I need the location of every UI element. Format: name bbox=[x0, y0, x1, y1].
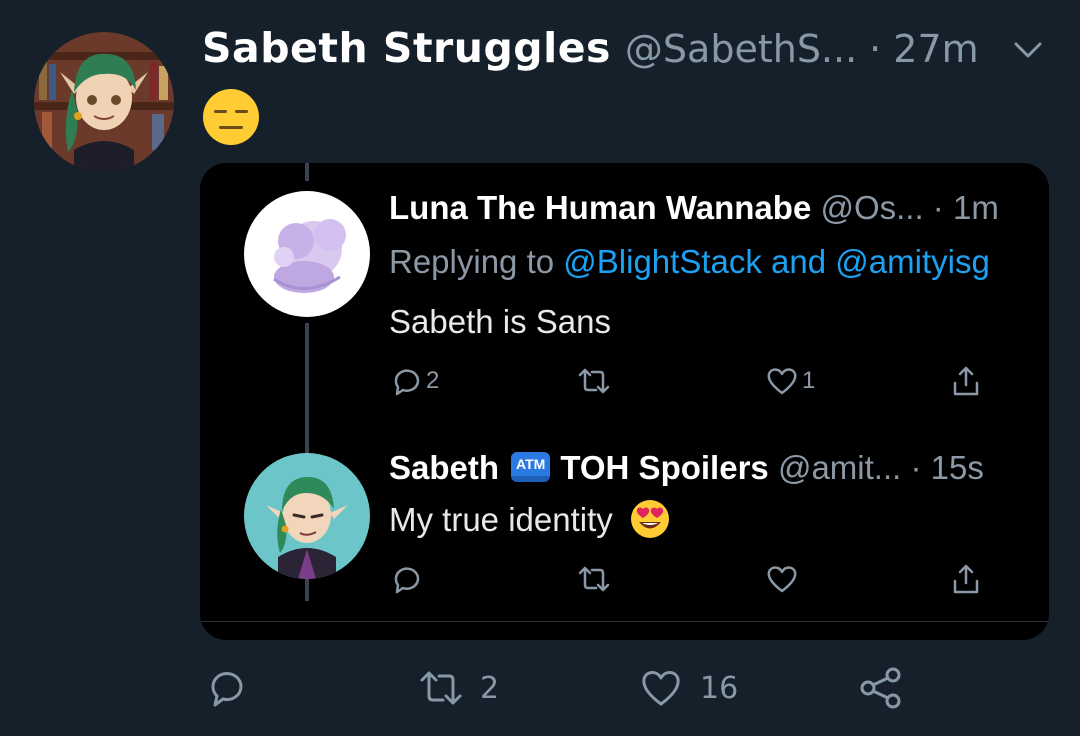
tweet-actions: 2 16 bbox=[0, 665, 1080, 725]
post1-like-count: 1 bbox=[802, 367, 816, 394]
post2-text-row: My true identity bbox=[389, 500, 670, 542]
retweet-count: 2 bbox=[480, 670, 500, 706]
post1-handle-time: @Os... · 1m bbox=[820, 189, 999, 226]
post2-text: My true identity bbox=[389, 501, 613, 538]
share-icon bbox=[953, 366, 979, 396]
tweet-time[interactable]: 27m bbox=[893, 27, 978, 71]
replying-user2: @amityisg bbox=[835, 243, 990, 280]
post1-name: Luna The Human Wannabe bbox=[389, 189, 812, 226]
reply-icon bbox=[394, 369, 420, 396]
heart-eyes-face-icon bbox=[630, 500, 669, 539]
post2-handle-time: @amit... · 15s bbox=[777, 449, 984, 486]
retweet-icon bbox=[578, 566, 610, 592]
separator-dot: · bbox=[869, 27, 882, 71]
reply-icon bbox=[394, 567, 420, 594]
luna-avatar[interactable] bbox=[244, 191, 370, 317]
divider bbox=[200, 621, 1049, 622]
share-icon bbox=[953, 564, 979, 594]
post2-actions bbox=[388, 561, 998, 601]
sabeth-avatar-image bbox=[244, 453, 370, 579]
post1-header: Luna The Human Wannabe @Os... · 1m bbox=[389, 189, 999, 227]
heart-icon bbox=[642, 671, 680, 706]
retweet-icon bbox=[578, 368, 610, 394]
thread-line-top bbox=[305, 163, 309, 181]
post2-like bbox=[764, 561, 800, 597]
luna-avatar-image bbox=[244, 191, 370, 317]
post1-retweet bbox=[576, 363, 612, 399]
post1-text: Sabeth is Sans bbox=[389, 303, 611, 340]
share-icon bbox=[860, 667, 901, 709]
like-button[interactable]: 16 bbox=[638, 665, 738, 711]
post2-name-part2: TOH Spoilers bbox=[560, 449, 769, 486]
quoted-image[interactable]: Luna The Human Wannabe @Os... · 1m Reply… bbox=[200, 163, 1049, 640]
post1-like: 1 bbox=[764, 363, 815, 399]
expressionless-face-icon bbox=[203, 89, 259, 145]
post2-retweet bbox=[576, 561, 612, 597]
heart-icon bbox=[767, 368, 797, 395]
like-count: 16 bbox=[700, 670, 739, 706]
author-avatar[interactable] bbox=[34, 32, 174, 172]
post2-name-part1: Sabeth bbox=[389, 449, 500, 486]
replying-and: and bbox=[761, 243, 836, 280]
replying-prefix: Replying to bbox=[389, 243, 564, 280]
replying-user1: @BlightStack bbox=[563, 243, 762, 280]
reply-icon bbox=[211, 672, 243, 707]
post2-reply bbox=[388, 561, 424, 597]
retweet-icon bbox=[420, 671, 462, 705]
author-name[interactable]: Sabeth Struggles bbox=[202, 24, 611, 72]
heart-icon bbox=[767, 566, 797, 593]
sabeth-avatar[interactable] bbox=[244, 453, 370, 579]
post2-share bbox=[948, 561, 984, 597]
reply-button[interactable] bbox=[204, 665, 266, 711]
chevron-down-icon[interactable] bbox=[1012, 38, 1044, 62]
post2-header: Sabeth ATM TOH Spoilers @amit... · 15s bbox=[389, 449, 984, 487]
retweet-button[interactable]: 2 bbox=[418, 665, 499, 711]
post1-replying: Replying to @BlightStack and @amityisg bbox=[389, 243, 990, 281]
author-handle[interactable]: @SabethS... bbox=[625, 27, 857, 71]
post1-reply: 2 bbox=[388, 363, 439, 399]
atm-icon: ATM bbox=[511, 452, 551, 483]
post1-share bbox=[948, 363, 984, 399]
share-button[interactable] bbox=[858, 665, 904, 711]
post1-reply-count: 2 bbox=[426, 367, 440, 394]
tweet-header: Sabeth Struggles @SabethS... · 27m bbox=[202, 24, 979, 80]
post1-actions: 2 1 bbox=[388, 363, 998, 403]
author-avatar-image bbox=[34, 32, 174, 172]
